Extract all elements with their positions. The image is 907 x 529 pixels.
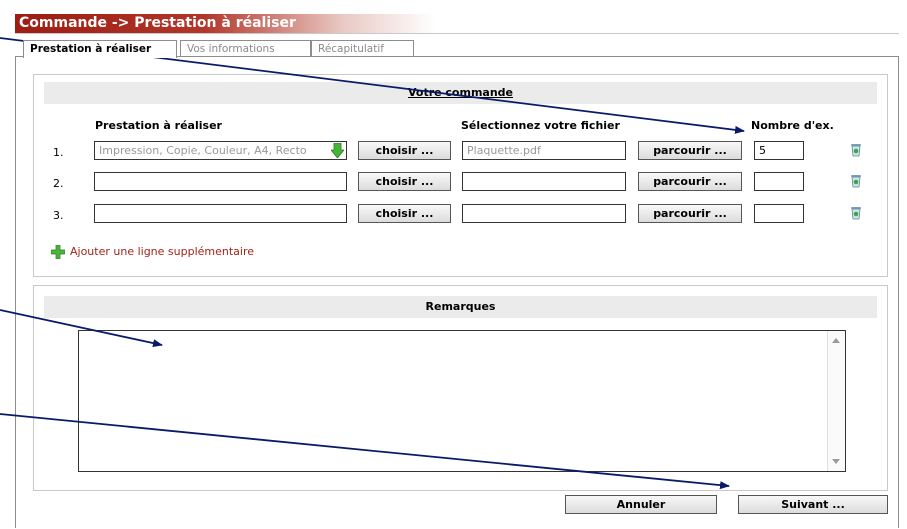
choose-button[interactable]: choisir ... <box>358 172 451 191</box>
browse-button[interactable]: parcourir ... <box>638 172 742 191</box>
remarks-section-title: Remarques <box>44 296 877 318</box>
trash-icon[interactable] <box>850 143 862 157</box>
col-header-count: Nombre d'ex. <box>751 119 834 132</box>
scroll-down-icon[interactable] <box>832 459 840 464</box>
count-input[interactable] <box>754 172 804 191</box>
tab-recapitulatif[interactable]: Récapitulatif <box>311 40 414 57</box>
row-number: 2. <box>53 177 64 190</box>
page-title: Commande -> Prestation à réaliser <box>15 14 435 33</box>
next-button[interactable]: Suivant ... <box>738 495 888 514</box>
scroll-up-icon[interactable] <box>832 338 840 343</box>
file-input[interactable] <box>462 172 626 191</box>
row-number: 3. <box>53 209 64 222</box>
remarks-scrollbar[interactable] <box>827 331 845 471</box>
row-number: 1. <box>53 146 64 159</box>
add-line-link[interactable]: Ajouter une ligne supplémentaire <box>70 245 254 258</box>
browse-button[interactable]: parcourir ... <box>638 204 742 223</box>
dropdown-arrow-icon[interactable] <box>330 142 345 159</box>
add-icon[interactable] <box>50 244 66 260</box>
remarks-textarea[interactable] <box>78 330 846 472</box>
prestation-input[interactable] <box>94 172 347 191</box>
remarks-text <box>79 331 845 337</box>
choose-button[interactable]: choisir ... <box>358 141 451 160</box>
count-input[interactable] <box>754 204 804 223</box>
col-header-prestation: Prestation à réaliser <box>95 119 222 132</box>
trash-icon[interactable] <box>850 206 862 220</box>
col-header-file: Sélectionnez votre fichier <box>461 119 620 132</box>
prestation-input[interactable]: Impression, Copie, Couleur, A4, Recto <box>94 141 347 160</box>
order-section-title: Votre commande <box>44 82 877 104</box>
prestation-input[interactable] <box>94 204 347 223</box>
cancel-button[interactable]: Annuler <box>565 495 717 514</box>
file-input[interactable] <box>462 204 626 223</box>
tab-vos-informations[interactable]: Vos informations <box>180 40 311 57</box>
browse-button[interactable]: parcourir ... <box>638 141 742 160</box>
tab-prestation[interactable]: Prestation à réaliser <box>23 40 177 58</box>
file-input[interactable]: Plaquette.pdf <box>462 141 626 160</box>
trash-icon[interactable] <box>850 174 862 188</box>
count-input[interactable]: 5 <box>754 141 804 160</box>
choose-button[interactable]: choisir ... <box>358 204 451 223</box>
title-divider <box>15 33 899 34</box>
